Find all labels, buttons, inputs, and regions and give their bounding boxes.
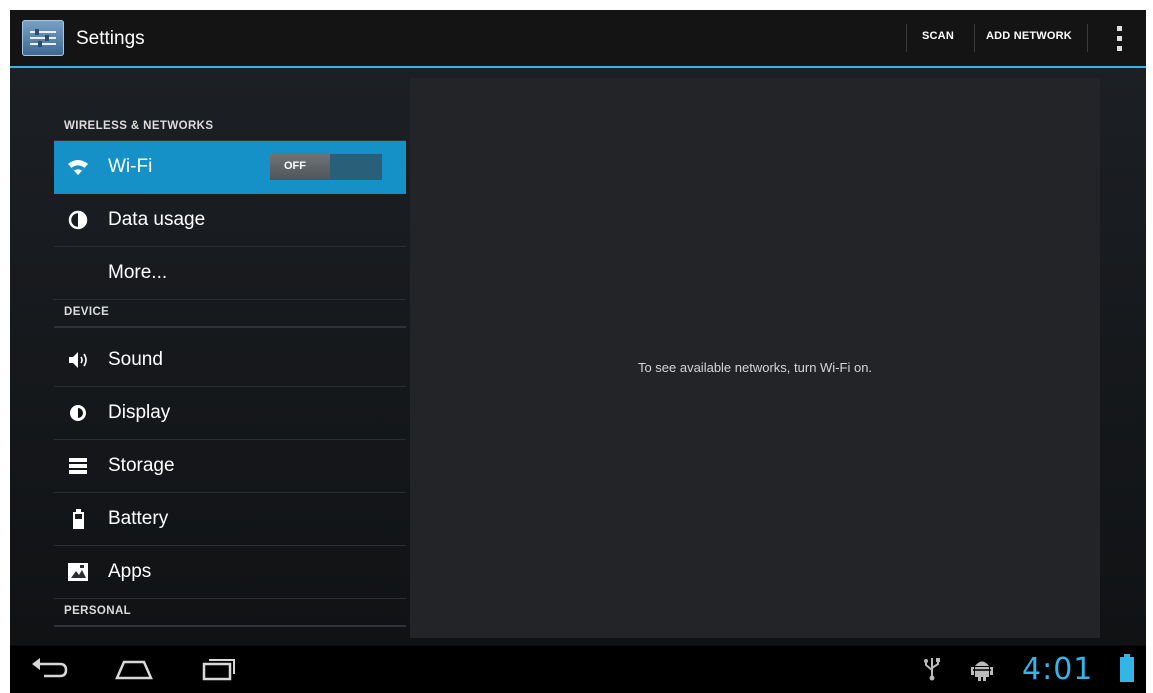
settings-item-apps[interactable]: Apps [54,546,406,599]
storage-icon [66,454,90,478]
display-icon [66,401,90,425]
wifi-detail-pane: To see available networks, turn Wi-Fi on… [410,78,1100,638]
clock: 4:01 [1022,652,1094,687]
battery-status-icon [1120,654,1134,687]
settings-item-battery[interactable]: Battery [54,493,406,546]
scan-button[interactable]: SCAN [922,30,954,42]
settings-item-label: Apps [108,561,152,582]
settings-item-sound[interactable]: Sound [54,334,406,387]
settings-item-label: Storage [108,455,175,476]
toggle-thumb: OFF [270,154,330,180]
wifi-off-message: To see available networks, turn Wi-Fi on… [637,360,873,375]
system-bar: 4:01 [10,646,1146,693]
section-header-device: DEVICE [54,300,406,328]
settings-list: WIRELESS & NETWORKS Wi-Fi OFF Data usage… [54,68,406,645]
android-debug-icon [970,656,994,687]
section-header-personal: PERSONAL [54,599,406,627]
settings-item-label: Sound [108,349,163,370]
settings-icon[interactable] [22,20,64,56]
page-title: Settings [76,28,145,49]
apps-icon [66,560,90,584]
home-icon[interactable] [114,656,154,687]
section-header-wireless: WIRELESS & NETWORKS [54,114,406,142]
settings-item-storage[interactable]: Storage [54,440,406,493]
action-bar: Settings SCAN ADD NETWORK [10,10,1146,68]
action-divider [1087,24,1088,52]
action-divider [974,24,975,52]
back-icon[interactable] [30,656,70,685]
recent-apps-icon[interactable] [198,656,238,687]
battery-icon [66,507,90,531]
add-network-button[interactable]: ADD NETWORK [986,30,1072,42]
toggle-state-label: OFF [284,160,306,172]
settings-item-display[interactable]: Display [54,387,406,440]
settings-item-label: Battery [108,508,169,529]
settings-item-more[interactable]: More... [54,247,406,300]
tablet-screen: Settings SCAN ADD NETWORK WIRELESS & NET… [10,10,1146,693]
usb-icon [922,656,942,687]
settings-item-data-usage[interactable]: Data usage [54,194,406,247]
wifi-icon [66,155,90,179]
wifi-toggle[interactable]: OFF [270,154,382,180]
settings-content: WIRELESS & NETWORKS Wi-Fi OFF Data usage… [10,68,1146,645]
action-divider [906,24,907,52]
settings-item-label: More... [108,262,168,283]
data-usage-icon [66,208,90,232]
settings-item-wifi[interactable]: Wi-Fi OFF [54,141,406,194]
settings-item-label: Wi-Fi [108,156,153,177]
sound-icon [66,348,90,372]
settings-item-label: Data usage [108,209,206,230]
overflow-menu-icon[interactable] [1110,24,1130,54]
settings-item-label: Display [108,402,171,423]
